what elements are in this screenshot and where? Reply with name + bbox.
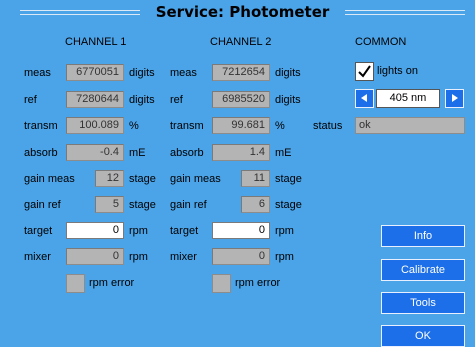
- lights-on-label: lights on: [377, 65, 418, 77]
- ch2-target-input[interactable]: 0: [212, 222, 270, 239]
- info-button[interactable]: Info: [381, 225, 465, 247]
- ch2-transm-field: 99.681: [212, 117, 270, 134]
- lights-on-checkbox[interactable]: [355, 62, 374, 81]
- ch2-absorb-field: 1.4: [212, 144, 270, 161]
- ch1-mixer-field: 0: [66, 248, 124, 265]
- title-divider-right: [345, 14, 465, 15]
- ch2-mixer-field: 0: [212, 248, 270, 265]
- ch2-meas-unit: digits: [275, 67, 301, 79]
- title-divider-right: [345, 10, 465, 11]
- wavelength-field: 405 nm: [376, 89, 440, 108]
- ch2-gain-meas-unit: stage: [275, 173, 302, 185]
- ch2-gain-meas-field: 11: [241, 170, 270, 187]
- ch1-mixer-unit: rpm: [129, 251, 148, 263]
- ch1-gain-ref-unit: stage: [129, 199, 156, 211]
- calibrate-button[interactable]: Calibrate: [381, 259, 465, 281]
- arrow-right-icon: [452, 94, 458, 102]
- channel2-header: CHANNEL 2: [210, 36, 272, 48]
- ch1-rpm-error-indicator: [66, 274, 85, 293]
- ch2-rpm-error-indicator: [212, 274, 231, 293]
- title-divider-left: [20, 14, 140, 15]
- ch1-meas-field: 6770051: [66, 64, 124, 81]
- wavelength-next-button[interactable]: [445, 89, 464, 108]
- checkmark-icon: [358, 65, 371, 78]
- ch2-gain-ref-field: 6: [241, 196, 270, 213]
- wavelength-prev-button[interactable]: [355, 89, 374, 108]
- ch1-target-label: target: [24, 225, 53, 237]
- ch2-ref-unit: digits: [275, 94, 301, 106]
- ch2-mixer-label: mixer: [170, 251, 197, 263]
- ch2-transm-label: transm: [170, 120, 204, 132]
- tools-button[interactable]: Tools: [381, 292, 465, 314]
- ch2-meas-field: 7212654: [212, 64, 270, 81]
- title-bar: Service: Photometer: [0, 0, 475, 26]
- ch2-mixer-unit: rpm: [275, 251, 294, 263]
- ch2-rpm-error-label: rpm error: [235, 277, 281, 289]
- ch1-ref-unit: digits: [129, 94, 155, 106]
- channel1-header: CHANNEL 1: [65, 36, 127, 48]
- ch1-transm-unit: %: [129, 120, 139, 132]
- common-header: COMMON: [355, 36, 407, 48]
- ch2-gain-meas-label: gain meas: [170, 173, 221, 185]
- ch1-rpm-error-label: rpm error: [89, 277, 135, 289]
- ch1-ref-field: 7280644: [66, 91, 124, 108]
- ch1-gain-meas-unit: stage: [129, 173, 156, 185]
- ch1-target-input[interactable]: 0: [66, 222, 124, 239]
- ch2-ref-label: ref: [170, 94, 183, 106]
- ch2-meas-label: meas: [170, 67, 197, 79]
- ch1-meas-unit: digits: [129, 67, 155, 79]
- ch1-transm-label: transm: [24, 120, 58, 132]
- ch1-gain-ref-field: 5: [95, 196, 124, 213]
- ch2-absorb-label: absorb: [170, 147, 204, 159]
- ch1-absorb-field: -0.4: [66, 144, 124, 161]
- ch2-absorb-unit: mE: [275, 147, 292, 159]
- ch2-gain-ref-label: gain ref: [170, 199, 207, 211]
- ch2-target-unit: rpm: [275, 225, 294, 237]
- ch1-transm-field: 100.089: [66, 117, 124, 134]
- page-title: Service: Photometer: [150, 3, 335, 21]
- ch2-ref-field: 6985520: [212, 91, 270, 108]
- ch2-gain-ref-unit: stage: [275, 199, 302, 211]
- arrow-left-icon: [361, 94, 367, 102]
- ch1-absorb-label: absorb: [24, 147, 58, 159]
- ch1-gain-meas-field: 12: [95, 170, 124, 187]
- ch1-gain-ref-label: gain ref: [24, 199, 61, 211]
- ok-button[interactable]: OK: [381, 325, 465, 347]
- ch1-meas-label: meas: [24, 67, 51, 79]
- ch2-target-label: target: [170, 225, 199, 237]
- status-label: status: [313, 120, 343, 132]
- status-field: ok: [355, 117, 465, 134]
- title-divider-left: [20, 10, 140, 11]
- ch1-mixer-label: mixer: [24, 251, 51, 263]
- ch1-target-unit: rpm: [129, 225, 148, 237]
- ch2-transm-unit: %: [275, 120, 285, 132]
- ch1-absorb-unit: mE: [129, 147, 146, 159]
- ch1-gain-meas-label: gain meas: [24, 173, 75, 185]
- ch1-ref-label: ref: [24, 94, 37, 106]
